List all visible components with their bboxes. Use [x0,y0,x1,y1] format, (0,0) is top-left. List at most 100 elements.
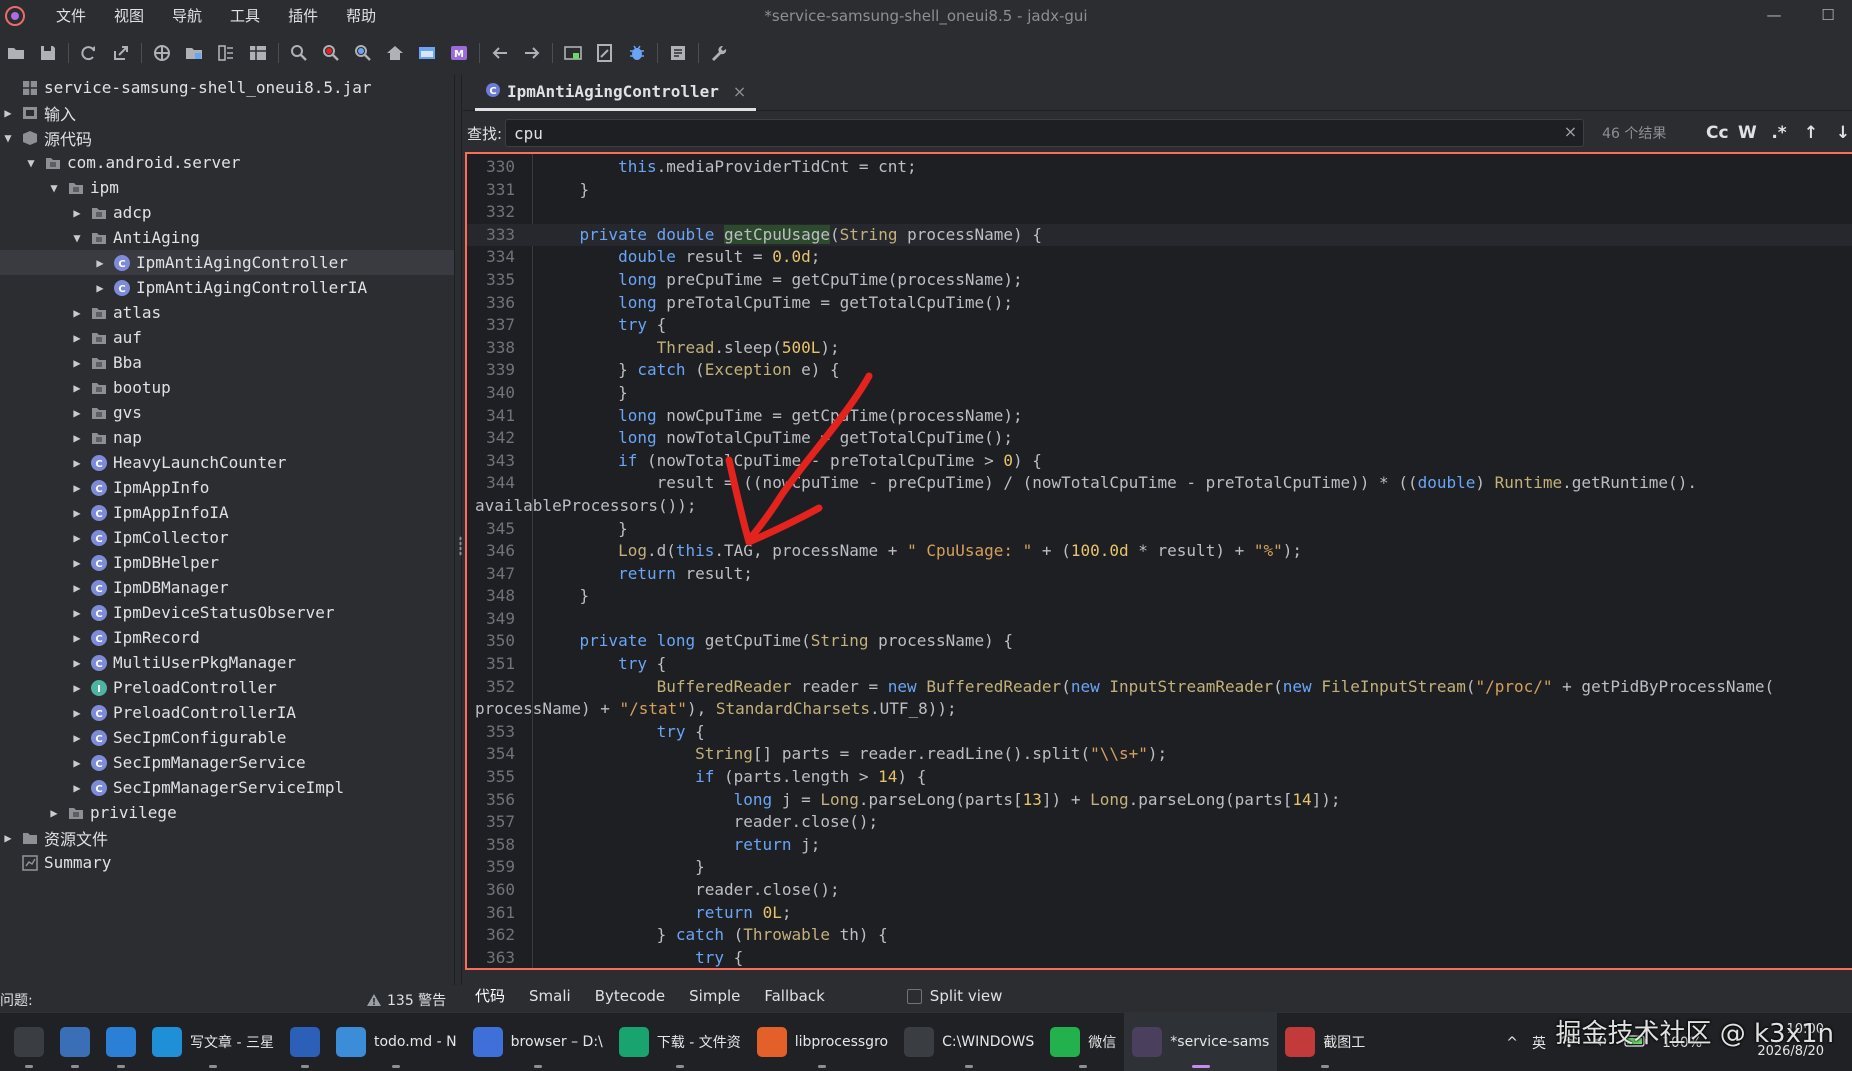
collapsed-arrow-icon[interactable]: ▶ [69,356,85,370]
view-tab-3[interactable]: Simple [677,980,752,1012]
collapsed-arrow-icon[interactable]: ▶ [69,731,85,745]
tree-item[interactable]: ▶ C SecIpmManagerServiceImpl [0,775,454,800]
collapsed-arrow-icon[interactable]: ▶ [69,431,85,445]
deobfuscate-icon[interactable] [559,40,586,66]
folder-icon[interactable] [180,40,207,66]
tree-item[interactable]: ▶ C SecIpmManagerService [0,750,454,775]
maximize-button[interactable]: ☐ [1806,0,1850,32]
ime-indicator[interactable]: 英 [1532,1033,1546,1053]
taskbar-app[interactable]: 截图工 [1277,1013,1373,1071]
search-clear-icon[interactable]: × [1564,122,1577,141]
tree-item[interactable]: ▶ I PreloadController [0,675,454,700]
tab-ipm-anti-aging-controller[interactable]: C IpmAntiAgingController × [475,75,757,111]
tree-item[interactable]: ▶ privilege [0,800,454,825]
tree-item[interactable]: ▶ atlas [0,300,454,325]
search-usage-icon[interactable] [349,40,376,66]
tree-item[interactable]: ▶ bootup [0,375,454,400]
minimize-button[interactable]: — [1752,0,1796,32]
view-tab-0[interactable]: 代码 [463,980,517,1012]
search-icon[interactable] [285,40,312,66]
tree-item[interactable]: ▶ 输入 [0,100,454,125]
sync-icon[interactable] [148,40,175,66]
match-case-button[interactable]: Cc [1706,123,1729,143]
menu-item-1[interactable]: 视图 [100,0,158,32]
tree-item[interactable]: ▶ nap [0,425,454,450]
whole-word-button[interactable]: W [1738,123,1757,143]
split-view-checkbox[interactable] [906,988,922,1004]
tree-item[interactable]: ▼ com.android.server [0,150,454,175]
collapsed-arrow-icon[interactable]: ▶ [69,306,85,320]
tree-item[interactable]: ▼ ipm [0,175,454,200]
taskbar-app[interactable] [6,1013,52,1071]
tree-item[interactable]: Summary [0,850,454,875]
expanded-arrow-icon[interactable]: ▼ [0,131,16,145]
taskbar-app[interactable]: browser – D:\ [465,1013,611,1071]
save-icon[interactable] [34,40,61,66]
forward-icon[interactable] [518,40,545,66]
export-icon[interactable] [107,40,134,66]
tree-item[interactable]: ▶ C HeavyLaunchCounter [0,450,454,475]
collapsed-arrow-icon[interactable]: ▶ [69,531,85,545]
tree-item[interactable]: ▶ C MultiUserPkgManager [0,650,454,675]
tree-item[interactable]: ▶ C IpmAntiAgingControllerIA [0,275,454,300]
taskbar-app[interactable] [98,1013,144,1071]
taskbar-app[interactable]: 微信 [1042,1013,1124,1071]
tree-item[interactable]: ▶ C IpmAppInfo [0,475,454,500]
collapsed-arrow-icon[interactable]: ▶ [69,331,85,345]
taskbar-app[interactable]: C:\WINDOWS [896,1013,1042,1071]
menu-item-5[interactable]: 帮助 [332,0,390,32]
collapsed-arrow-icon[interactable]: ▶ [69,706,85,720]
expanded-arrow-icon[interactable]: ▼ [69,231,85,245]
tree-item[interactable]: ▶ 资源文件 [0,825,454,850]
view-tab-2[interactable]: Bytecode [583,980,677,1012]
tree-item[interactable]: ▶ adcp [0,200,454,225]
collapsed-arrow-icon[interactable]: ▶ [0,831,16,845]
collapsed-arrow-icon[interactable]: ▶ [46,806,62,820]
expanded-arrow-icon[interactable]: ▼ [46,181,62,195]
log-icon[interactable] [664,40,691,66]
split-view-toggle[interactable]: Split view [906,987,1002,1005]
home-icon[interactable] [381,40,408,66]
bookmark-m-icon[interactable]: M [445,40,472,66]
collapsed-arrow-icon[interactable]: ▶ [0,106,16,120]
tree-item[interactable]: ▼ AntiAging [0,225,454,250]
collapsed-arrow-icon[interactable]: ▶ [69,381,85,395]
flatten-icon[interactable] [212,40,239,66]
collapsed-arrow-icon[interactable]: ▶ [69,781,85,795]
tree-item[interactable]: ▶ Bba [0,350,454,375]
expanded-arrow-icon[interactable]: ▼ [23,156,39,170]
taskbar-app[interactable]: libprocessgro [749,1013,896,1071]
tree-item[interactable]: ▼ 源代码 [0,125,454,150]
back-icon[interactable] [486,40,513,66]
collapsed-arrow-icon[interactable]: ▶ [69,681,85,695]
menu-item-0[interactable]: 文件 [42,0,100,32]
tree-item[interactable]: ▶ C IpmAppInfoIA [0,500,454,525]
table-icon[interactable] [244,40,271,66]
reload-icon[interactable] [75,40,102,66]
search-prev-button[interactable]: ↑ [1802,123,1820,143]
collapsed-arrow-icon[interactable]: ▶ [69,606,85,620]
tree-item[interactable]: service-samsung-shell_oneui8.5.jar [0,75,454,100]
taskbar-app[interactable]: todo.md - N [328,1013,465,1071]
collapsed-arrow-icon[interactable]: ▶ [69,456,85,470]
warnings-status[interactable]: 135 警告 [366,990,446,1010]
window-icon[interactable] [413,40,440,66]
tree-item[interactable]: ▶ C IpmDBManager [0,575,454,600]
menu-item-4[interactable]: 插件 [274,0,332,32]
open-file-icon[interactable] [591,40,618,66]
collapsed-arrow-icon[interactable]: ▶ [69,506,85,520]
search-next-button[interactable]: ↓ [1834,123,1852,143]
collapsed-arrow-icon[interactable]: ▶ [69,656,85,670]
regex-button[interactable]: .* [1770,123,1788,143]
collapsed-arrow-icon[interactable]: ▶ [69,631,85,645]
tree-item[interactable]: ▶ auf [0,325,454,350]
menu-item-2[interactable]: 导航 [158,0,216,32]
debug-icon[interactable] [623,40,650,66]
taskbar-app[interactable]: 写文章 - 三星 [144,1013,282,1071]
tree-item[interactable]: ▶ C IpmDBHelper [0,550,454,575]
tree-item[interactable]: ▶ C SecIpmConfigurable [0,725,454,750]
taskbar-app[interactable] [282,1013,328,1071]
tab-close-icon[interactable]: × [733,82,746,101]
splitter-grip-icon[interactable] [459,536,462,556]
view-tab-4[interactable]: Fallback [752,980,836,1012]
